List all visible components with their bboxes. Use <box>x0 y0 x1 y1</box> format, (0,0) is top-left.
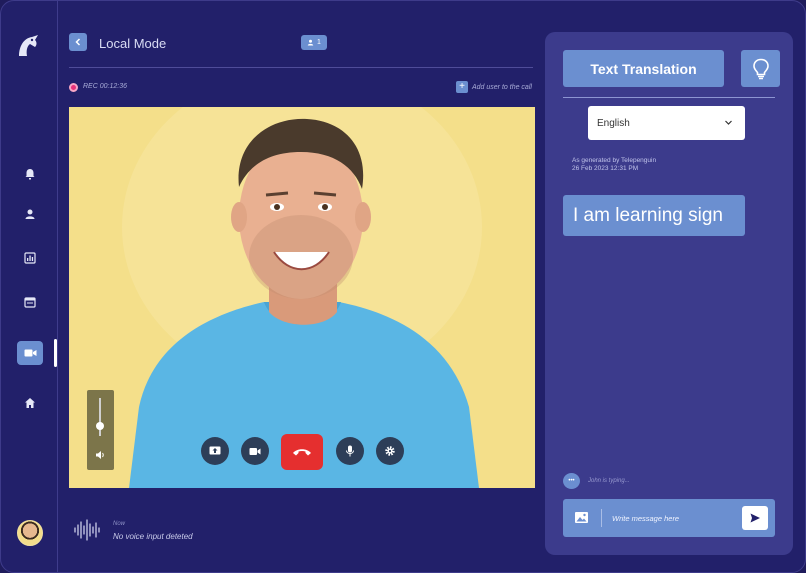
app-logo[interactable] <box>16 34 42 58</box>
volume-control[interactable] <box>87 390 114 470</box>
gear-icon <box>385 446 395 456</box>
share-screen-button[interactable] <box>201 437 229 465</box>
header-divider <box>69 67 533 68</box>
end-call-icon <box>293 449 311 456</box>
send-button[interactable] <box>742 506 768 530</box>
translation-output: I am learning sign <box>563 195 745 236</box>
voice-waveform-icon <box>74 519 100 541</box>
active-indicator <box>54 339 57 367</box>
rec-label: REC <box>83 83 98 90</box>
speaker-icon <box>96 451 104 459</box>
panel-divider <box>563 97 775 98</box>
add-user-icon[interactable]: + <box>456 81 468 93</box>
bell-icon[interactable] <box>20 164 40 184</box>
image-attach-icon[interactable] <box>574 510 589 525</box>
composer-separator <box>601 509 602 527</box>
camera-button[interactable] <box>241 437 269 465</box>
app-window: Local Mode 1 REC 00:12:36 + Add user to … <box>0 0 806 573</box>
volume-slider-knob[interactable] <box>96 422 104 430</box>
language-select[interactable]: English <box>588 106 745 140</box>
user-icon <box>307 39 314 46</box>
translation-panel: Text Translation English As generated by… <box>545 32 793 555</box>
rec-indicator-icon <box>69 83 78 92</box>
message-input[interactable] <box>612 511 732 525</box>
rec-time: 00:12:36 <box>99 83 127 90</box>
sidebar-item-video[interactable] <box>17 341 43 365</box>
chart-icon[interactable] <box>20 248 40 268</box>
share-screen-icon <box>209 446 221 455</box>
generated-info: As generated by Telepenguin 26 Feb 2023 … <box>572 157 656 173</box>
sidebar <box>1 1 58 572</box>
calendar-icon[interactable] <box>20 292 40 312</box>
video-feed <box>69 107 535 488</box>
lightbulb-icon <box>752 58 769 79</box>
generated-by: As generated by Telepenguin <box>572 157 657 164</box>
voice-status: No voice input deteted <box>113 532 193 541</box>
microphone-icon <box>346 445 354 457</box>
generated-at: 26 Feb 2023 12:31 PM <box>572 165 639 172</box>
language-select-value: English <box>597 117 630 129</box>
hint-button[interactable] <box>741 50 780 87</box>
chevron-left-icon <box>75 38 81 46</box>
send-icon <box>750 513 760 523</box>
message-composer <box>563 499 775 537</box>
typing-indicator: John is typing... <box>588 478 630 484</box>
typing-indicator-icon: ••• <box>563 473 580 489</box>
rec-status: REC 00:12:36 <box>83 83 127 90</box>
page-title: Local Mode <box>99 36 167 51</box>
add-user-link[interactable]: Add user to the call <box>472 84 532 91</box>
end-call-button[interactable] <box>281 434 323 470</box>
voice-time-label: Now <box>113 521 126 527</box>
volume-track[interactable] <box>99 398 101 436</box>
user-icon[interactable] <box>20 204 40 224</box>
back-button[interactable] <box>69 33 87 51</box>
video-icon <box>24 349 36 357</box>
avatar[interactable] <box>17 520 43 546</box>
home-icon[interactable] <box>20 393 40 413</box>
microphone-button[interactable] <box>336 437 364 465</box>
camera-icon <box>249 447 261 455</box>
participants-badge[interactable]: 1 <box>301 35 327 50</box>
settings-button[interactable] <box>376 437 404 465</box>
text-translation-button[interactable]: Text Translation <box>563 50 724 87</box>
participants-count: 1 <box>317 39 321 46</box>
chevron-down-icon <box>725 120 732 125</box>
participant-video <box>69 107 535 488</box>
